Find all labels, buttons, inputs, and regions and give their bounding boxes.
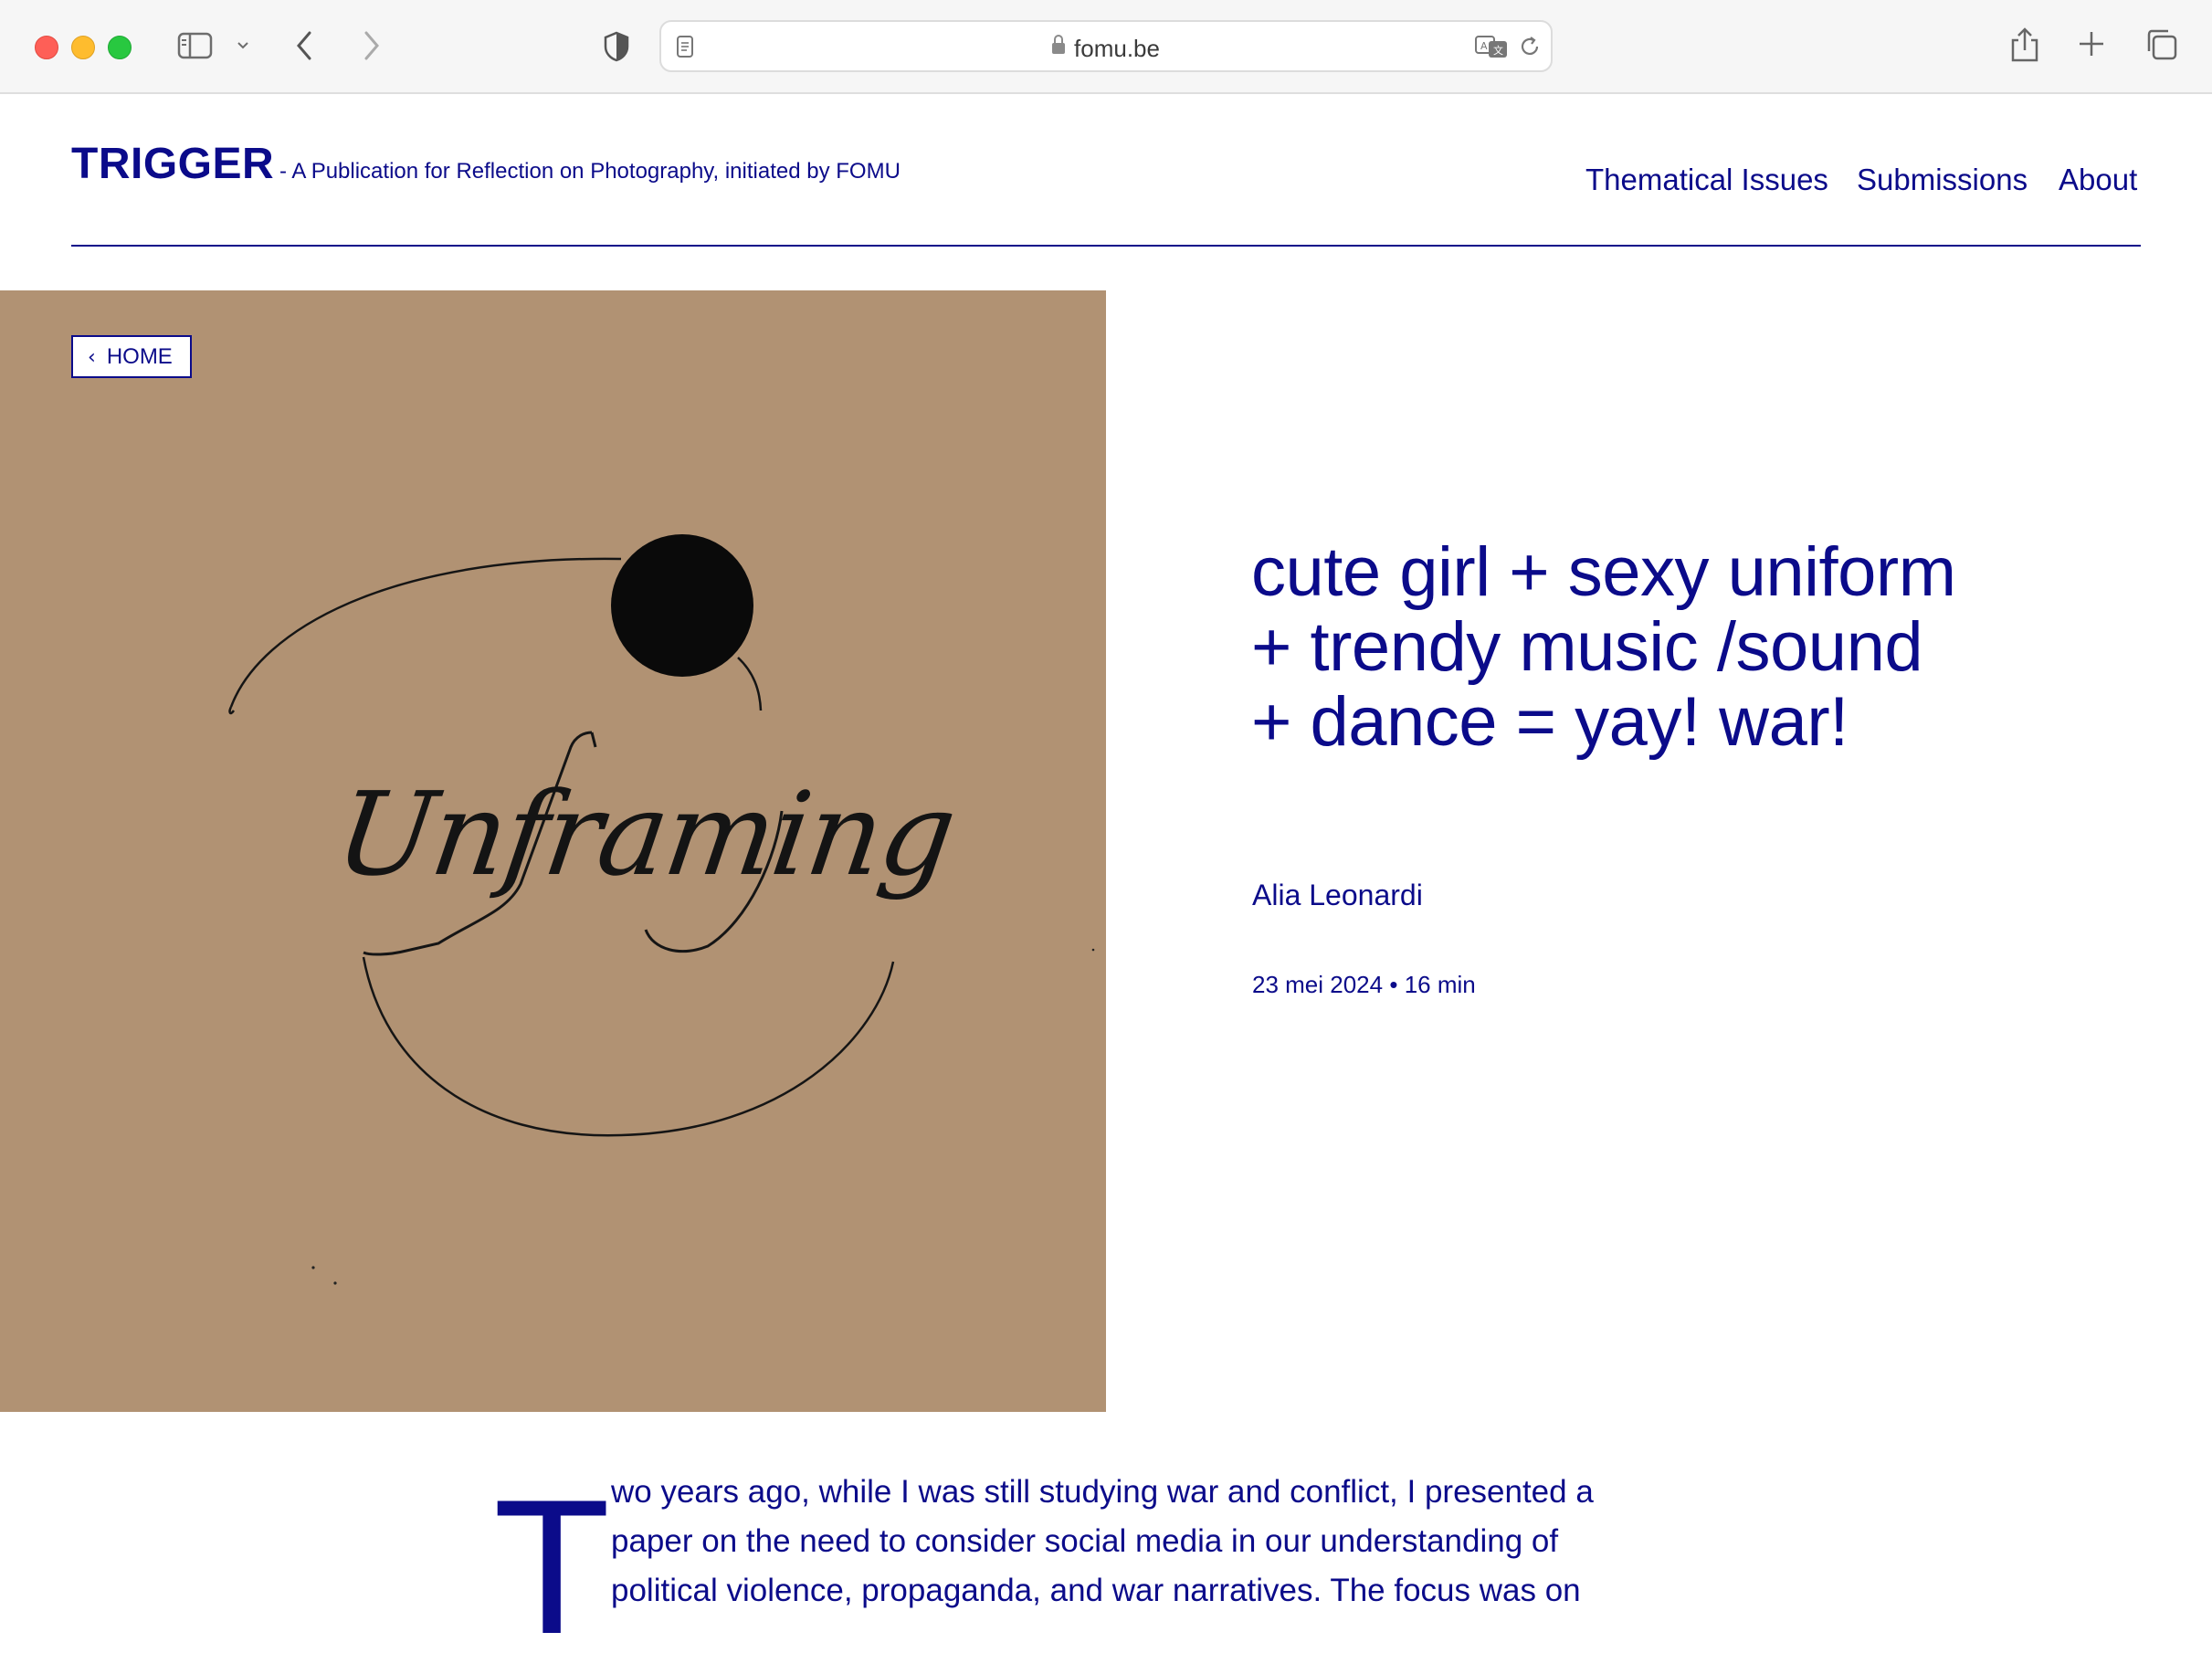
black-circle bbox=[611, 534, 753, 677]
svg-text:A: A bbox=[1480, 40, 1488, 52]
article-title: cute girl + sexy uniform + trendy music … bbox=[1251, 535, 2073, 760]
nav-submissions[interactable]: Submissions bbox=[1857, 163, 2028, 197]
minimize-window-button[interactable] bbox=[71, 36, 95, 59]
close-window-button[interactable] bbox=[35, 36, 58, 59]
privacy-shield-icon[interactable] bbox=[603, 31, 630, 62]
artwork-title: Unframing bbox=[328, 767, 963, 901]
article-meta: 23 mei 2024 • 16 min bbox=[1252, 971, 1476, 999]
hero-image: Unframing bbox=[0, 290, 1106, 1412]
svg-text:文: 文 bbox=[1493, 44, 1503, 57]
nav-thematical-issues[interactable]: Thematical Issues bbox=[1585, 163, 1828, 197]
zoom-window-button[interactable] bbox=[108, 36, 132, 59]
body-line: political violence, propaganda, and war … bbox=[611, 1573, 1581, 1608]
tab-overview-icon[interactable] bbox=[2144, 27, 2179, 62]
body-line: wo years ago, while I was still studying… bbox=[611, 1474, 1594, 1510]
back-icon[interactable] bbox=[294, 29, 316, 62]
article-body: wo years ago, while I was still studying… bbox=[611, 1468, 1670, 1616]
share-icon[interactable] bbox=[2009, 26, 2040, 64]
url-text: fomu.be bbox=[1074, 35, 1160, 62]
header-divider bbox=[71, 245, 2141, 247]
article-author[interactable]: Alia Leonardi bbox=[1252, 879, 1423, 912]
home-button-label: HOME bbox=[106, 344, 173, 369]
url-display: fomu.be bbox=[661, 35, 1551, 63]
home-button[interactable]: ‹ HOME bbox=[71, 335, 192, 378]
translate-icon[interactable]: A 文 bbox=[1474, 34, 1511, 59]
drop-cap: T bbox=[493, 1459, 611, 1674]
lock-icon bbox=[1052, 35, 1066, 55]
article-title-line: cute girl + sexy uniform bbox=[1251, 533, 1956, 611]
chevron-left-icon: ‹ bbox=[88, 346, 96, 369]
article-date: 23 mei 2024 bbox=[1252, 971, 1384, 998]
body-line: paper on the need to consider social med… bbox=[611, 1523, 1559, 1559]
sidebar-toggle-icon[interactable] bbox=[177, 31, 214, 60]
site-tagline: - A Publication for Reflection on Photog… bbox=[279, 159, 901, 184]
browser-toolbar: fomu.be A 文 bbox=[0, 0, 2212, 94]
nav-about[interactable]: About bbox=[2059, 163, 2137, 197]
forward-icon[interactable] bbox=[360, 29, 382, 62]
chevron-down-icon[interactable] bbox=[236, 38, 250, 53]
meta-separator: • bbox=[1389, 971, 1398, 998]
article-read-time: 16 min bbox=[1404, 971, 1476, 998]
site-logo[interactable]: TRIGGER bbox=[71, 139, 274, 189]
article-title-line: + dance = yay! war! bbox=[1251, 683, 1849, 761]
address-bar[interactable]: fomu.be A 文 bbox=[659, 20, 1553, 72]
reload-icon[interactable] bbox=[1518, 35, 1542, 58]
new-tab-icon[interactable] bbox=[2077, 29, 2106, 58]
article-title-line: + trendy music /sound bbox=[1251, 608, 1923, 686]
